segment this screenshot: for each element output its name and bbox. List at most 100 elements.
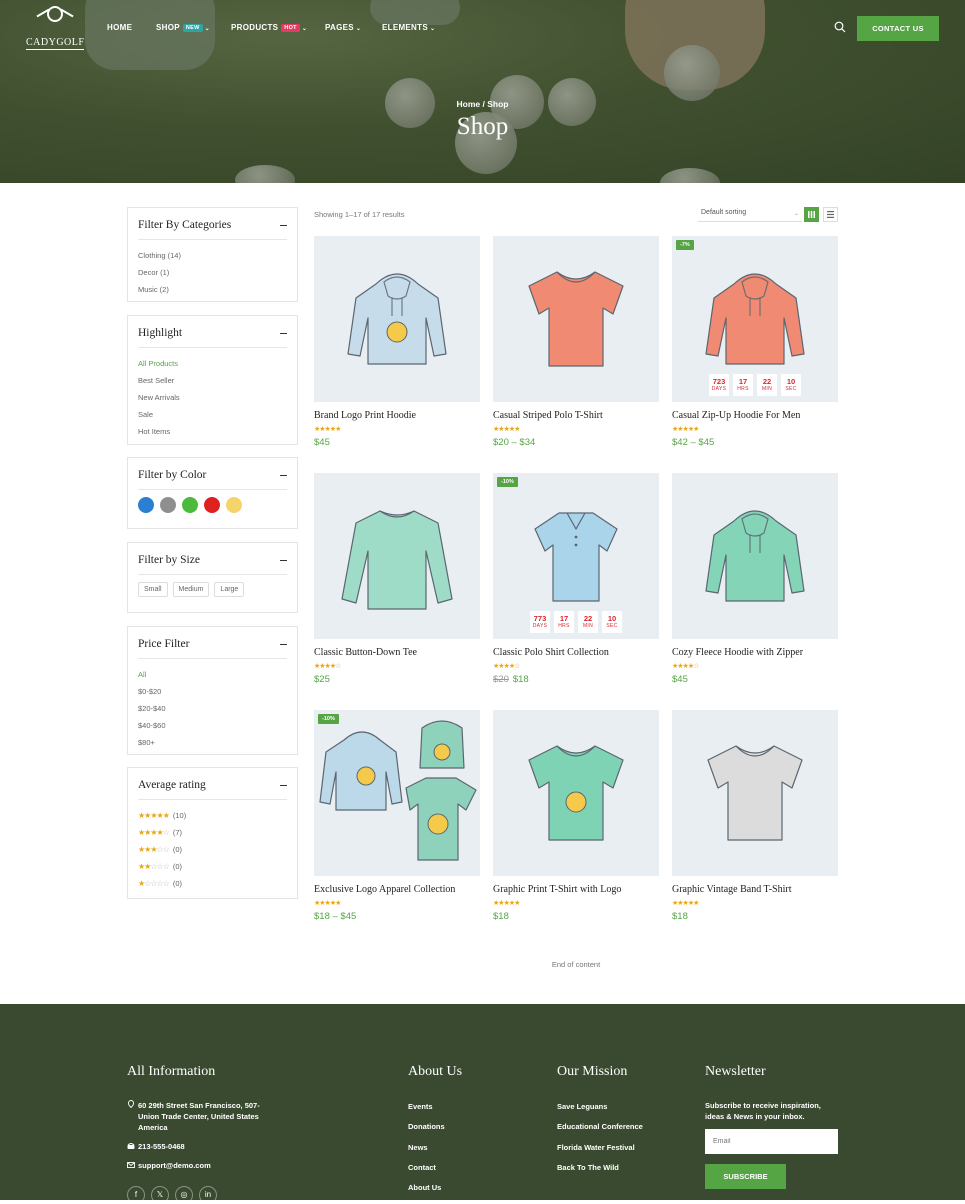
- product-card[interactable]: -10% Exclusive Logo Apparel Collection ★★★…: [314, 710, 480, 922]
- footer-mission-link[interactable]: Back To The Wild: [557, 1162, 619, 1173]
- price-item[interactable]: $80+: [138, 734, 287, 751]
- color-swatch[interactable]: [182, 497, 198, 513]
- product-price: $20 $18: [493, 674, 659, 685]
- product-card[interactable]: -7% 723 DAYS 17 HRS 22 MIN 10 SEC Casual Zip-Up H…: [672, 236, 838, 448]
- current-price: $20 – $34: [493, 437, 536, 448]
- collapse-icon[interactable]: [280, 225, 287, 226]
- product-name[interactable]: Classic Button-Down Tee: [314, 647, 480, 658]
- product-name[interactable]: Classic Polo Shirt Collection: [493, 647, 659, 658]
- product-name[interactable]: Casual Zip-Up Hoodie For Men: [672, 410, 838, 421]
- footer-mission-link[interactable]: Save Leguans: [557, 1101, 607, 1112]
- nav-item-products[interactable]: PRODUCTS HOT ⌄: [231, 23, 307, 32]
- product-image[interactable]: [672, 473, 838, 639]
- footer-about-link[interactable]: Contact: [408, 1162, 436, 1173]
- grid-view-button[interactable]: [804, 207, 819, 222]
- list-view-button[interactable]: [823, 207, 838, 222]
- subscribe-button[interactable]: SUBSCRIBE: [705, 1164, 786, 1189]
- product-card[interactable]: Graphic Print T-Shirt with Logo ★★★★★ $18: [493, 710, 659, 922]
- size-option-large[interactable]: Large: [214, 582, 245, 597]
- nav-item-shop[interactable]: SHOP NEW ⌄: [156, 23, 210, 32]
- highlight-item[interactable]: Hot Items: [138, 423, 287, 440]
- category-item[interactable]: Decor (1): [138, 264, 287, 281]
- category-item[interactable]: Music (2): [138, 281, 287, 298]
- panel-title[interactable]: Filter by Color: [138, 469, 287, 490]
- footer-about-link[interactable]: Events: [408, 1101, 433, 1112]
- product-card[interactable]: Graphic Vintage Band T-Shirt ★★★★★ $18: [672, 710, 838, 922]
- rating-item[interactable]: ★★★★☆ (7): [138, 824, 287, 841]
- rating-item[interactable]: ★★★☆☆ (0): [138, 841, 287, 858]
- size-option-small[interactable]: Small: [138, 582, 168, 597]
- x-icon[interactable]: 𝕏: [151, 1186, 169, 1204]
- countdown-cell: 10 SEC: [781, 374, 801, 396]
- highlight-item[interactable]: All Products: [138, 355, 287, 372]
- product-card[interactable]: Brand Logo Print Hoodie ★★★★★ $45: [314, 236, 480, 448]
- panel-title[interactable]: Highlight: [138, 327, 287, 348]
- rating-item[interactable]: ★★☆☆☆ (0): [138, 858, 287, 875]
- breadcrumb[interactable]: Home / Shop: [0, 99, 965, 109]
- product-name[interactable]: Graphic Print T-Shirt with Logo: [493, 884, 659, 895]
- collapse-icon[interactable]: [280, 333, 287, 334]
- nav-item-home[interactable]: HOME: [107, 23, 132, 32]
- linkedin-icon[interactable]: in: [199, 1186, 217, 1204]
- product-image[interactable]: [672, 710, 838, 876]
- current-price: $18 – $45: [314, 911, 357, 922]
- footer-phone[interactable]: 213-555-0468: [138, 1141, 185, 1152]
- product-image[interactable]: [314, 473, 480, 639]
- new-badge: NEW: [182, 24, 203, 32]
- highlight-item[interactable]: Sale: [138, 406, 287, 423]
- price-item[interactable]: $0-$20: [138, 683, 287, 700]
- price-item[interactable]: All: [138, 666, 287, 683]
- panel-title[interactable]: Filter By Categories: [138, 219, 287, 240]
- footer-address: 60 29th Street San Francisco, 507-Union …: [138, 1101, 260, 1132]
- newsletter-email-input[interactable]: [705, 1129, 838, 1154]
- product-image[interactable]: [314, 236, 480, 402]
- product-card[interactable]: -10% 773 DAYS 17 HRS 22 MIN 10 SEC Classic Polo S…: [493, 473, 659, 685]
- instagram-icon[interactable]: ◎: [175, 1186, 193, 1204]
- color-swatch[interactable]: [226, 497, 242, 513]
- product-image[interactable]: [493, 236, 659, 402]
- product-image[interactable]: [493, 710, 659, 876]
- product-card[interactable]: Classic Button-Down Tee ★★★★☆ $25: [314, 473, 480, 685]
- price-item[interactable]: $20-$40: [138, 700, 287, 717]
- contact-us-button[interactable]: CONTACT US: [857, 16, 939, 41]
- collapse-icon[interactable]: [280, 475, 287, 476]
- product-image[interactable]: -10% 773 DAYS 17 HRS 22 MIN 10 SEC: [493, 473, 659, 639]
- product-image[interactable]: -10%: [314, 710, 480, 876]
- product-name[interactable]: Cozy Fleece Hoodie with Zipper: [672, 647, 838, 658]
- panel-title[interactable]: Average rating: [138, 779, 287, 800]
- footer-about-link[interactable]: News: [408, 1142, 428, 1153]
- facebook-icon[interactable]: f: [127, 1186, 145, 1204]
- product-name[interactable]: Brand Logo Print Hoodie: [314, 410, 480, 421]
- price-item[interactable]: $40-$60: [138, 717, 287, 734]
- search-icon[interactable]: [834, 21, 846, 33]
- footer-email[interactable]: support@demo.com: [138, 1160, 211, 1171]
- highlight-item[interactable]: Best Seller: [138, 372, 287, 389]
- footer-about-link[interactable]: About Us: [408, 1182, 441, 1193]
- product-card[interactable]: Cozy Fleece Hoodie with Zipper ★★★★☆ $45: [672, 473, 838, 685]
- product-name[interactable]: Casual Striped Polo T-Shirt: [493, 410, 659, 421]
- footer-mission-link[interactable]: Educational Conference: [557, 1121, 643, 1132]
- color-swatch[interactable]: [204, 497, 220, 513]
- nav-item-pages[interactable]: PAGES ⌄: [325, 23, 361, 32]
- brand-logo[interactable]: CADYGOLF: [26, 6, 85, 50]
- sort-select[interactable]: Default sorting ⌄: [698, 207, 802, 222]
- collapse-icon[interactable]: [280, 644, 287, 645]
- panel-title[interactable]: Price Filter: [138, 638, 287, 659]
- size-option-medium[interactable]: Medium: [172, 582, 210, 597]
- nav-item-elements[interactable]: ELEMENTS ⌄: [382, 23, 435, 32]
- panel-title[interactable]: Filter by Size: [138, 554, 287, 575]
- collapse-icon[interactable]: [280, 785, 287, 786]
- collapse-icon[interactable]: [280, 560, 287, 561]
- product-name[interactable]: Graphic Vintage Band T-Shirt: [672, 884, 838, 895]
- color-swatch[interactable]: [160, 497, 176, 513]
- rating-item[interactable]: ★☆☆☆☆ (0): [138, 875, 287, 892]
- highlight-item[interactable]: New Arrivals: [138, 389, 287, 406]
- product-name[interactable]: Exclusive Logo Apparel Collection: [314, 884, 480, 895]
- footer-about-link[interactable]: Donations: [408, 1121, 445, 1132]
- footer-mission-link[interactable]: Florida Water Festival: [557, 1142, 635, 1153]
- rating-item[interactable]: ★★★★★ (10): [138, 807, 287, 824]
- product-card[interactable]: Casual Striped Polo T-Shirt ★★★★★ $20 – $3…: [493, 236, 659, 448]
- category-item[interactable]: Clothing (14): [138, 247, 287, 264]
- product-image[interactable]: -7% 723 DAYS 17 HRS 22 MIN 10 SEC: [672, 236, 838, 402]
- color-swatch[interactable]: [138, 497, 154, 513]
